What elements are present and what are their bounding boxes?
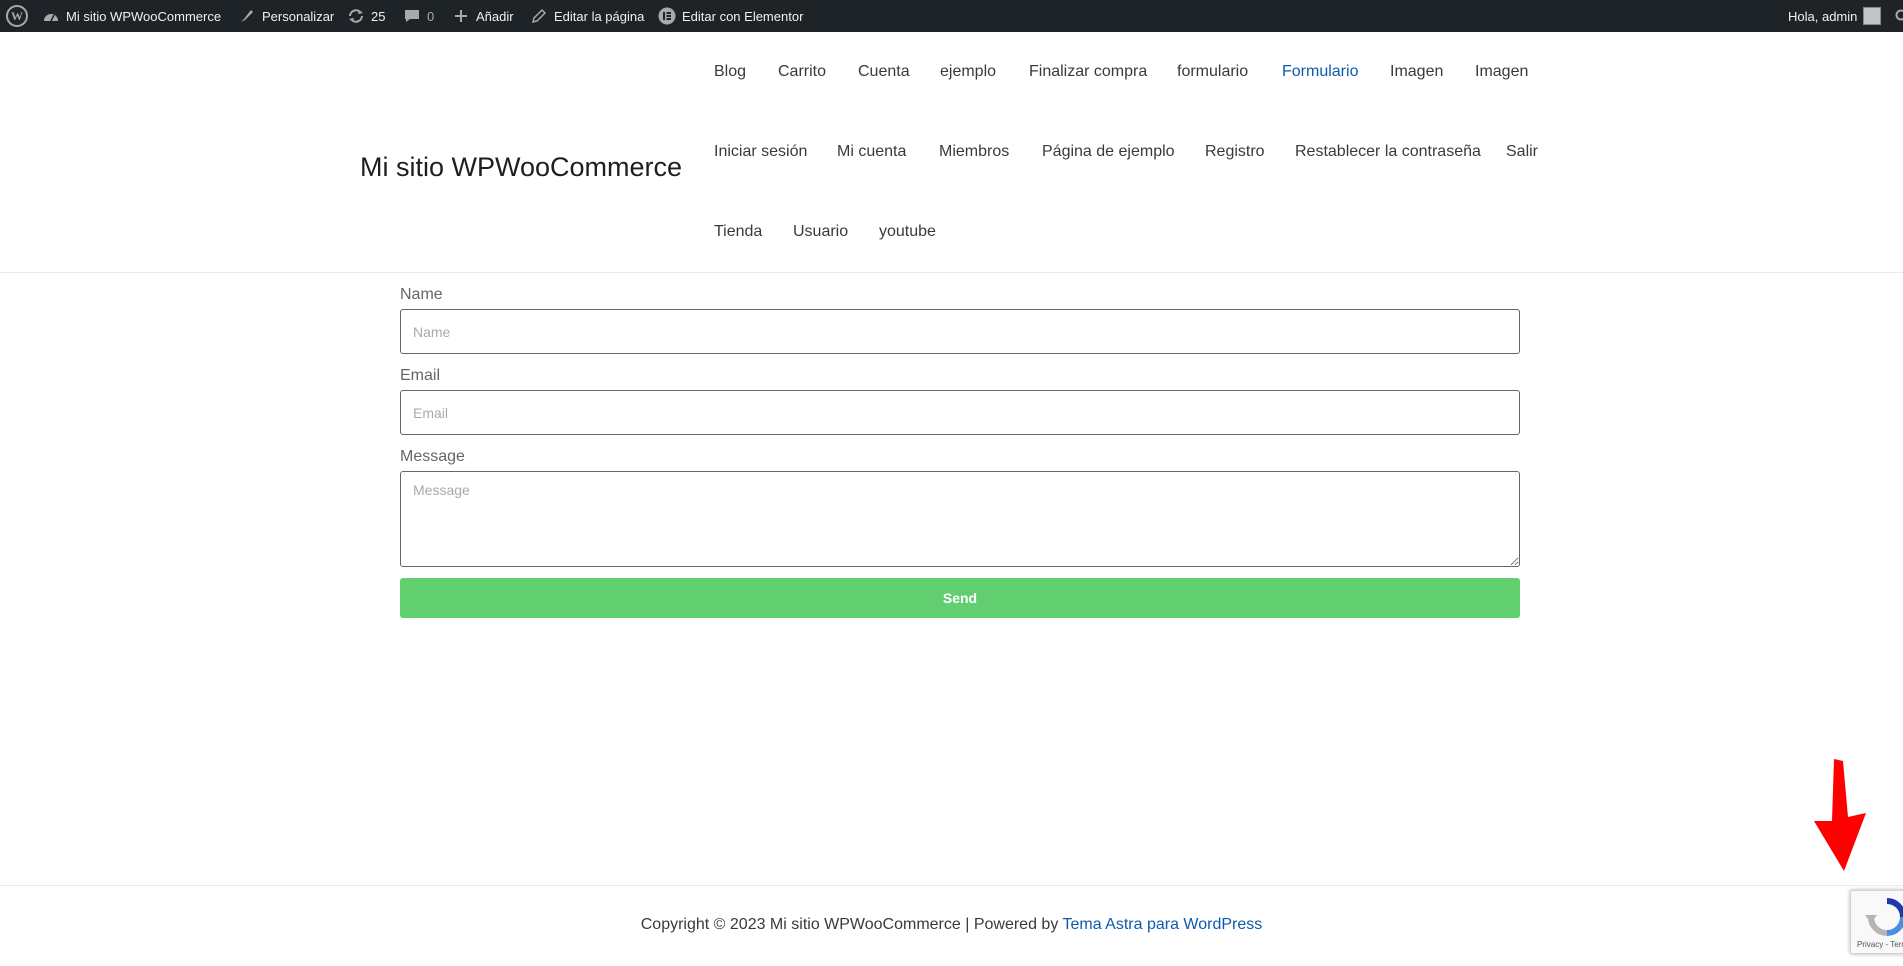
admin-bar-customize[interactable]: Personalizar — [238, 0, 334, 32]
admin-bar-edit-page-label: Editar la página — [554, 9, 644, 24]
site-title[interactable]: Mi sitio WPWooCommerce — [360, 152, 682, 183]
admin-bar-edit-elementor[interactable]: Editar con Elementor — [658, 0, 803, 32]
email-input[interactable] — [400, 390, 1520, 435]
updates-icon — [347, 7, 365, 25]
nav-item-finalizar-compra[interactable]: Finalizar compra — [1029, 63, 1147, 81]
dashboard-icon — [42, 7, 60, 25]
red-arrow-icon — [1810, 755, 1870, 873]
wordpress-logo-icon[interactable]: W — [6, 0, 28, 32]
message-label: Message — [400, 448, 465, 466]
admin-bar-add-new-label: Añadir — [476, 9, 514, 24]
nav-item-miembros[interactable]: Miembros — [939, 143, 1009, 161]
admin-bar-edit-page[interactable]: Editar la página — [530, 0, 644, 32]
admin-bar: W Mi sitio WPWooCommerce Personalizar 25… — [0, 0, 1903, 32]
avatar — [1863, 7, 1881, 25]
site-header: Mi sitio WPWooCommerce Blog Carrito Cuen… — [0, 32, 1903, 273]
nav-item-formulario[interactable]: Formulario — [1282, 63, 1358, 81]
admin-bar-site-name-label: Mi sitio WPWooCommerce — [66, 9, 221, 24]
admin-bar-customize-label: Personalizar — [262, 9, 334, 24]
nav-item-mi-cuenta[interactable]: Mi cuenta — [837, 143, 906, 161]
nav-item-ejemplo[interactable]: ejemplo — [940, 63, 996, 81]
nav-item-imagen-2[interactable]: Imagen — [1475, 63, 1528, 81]
message-textarea[interactable] — [400, 471, 1520, 567]
nav-item-tienda[interactable]: Tienda — [714, 223, 762, 241]
pencil-icon — [530, 7, 548, 25]
recaptcha-badge[interactable]: Privacy - Terms — [1850, 890, 1903, 954]
email-label: Email — [400, 367, 440, 385]
admin-bar-updates-count: 25 — [371, 9, 385, 24]
name-input[interactable] — [400, 309, 1520, 354]
admin-bar-comments-count: 0 — [427, 9, 434, 24]
nav-item-salir[interactable]: Salir — [1506, 143, 1538, 161]
nav-item-blog[interactable]: Blog — [714, 63, 746, 81]
site-footer: Copyright © 2023 Mi sitio WPWooCommerce … — [0, 885, 1903, 966]
footer-theme-link[interactable]: Tema Astra para WordPress — [1062, 916, 1262, 933]
admin-bar-comments[interactable]: 0 — [403, 0, 434, 32]
nav-item-pagina-de-ejemplo[interactable]: Página de ejemplo — [1042, 143, 1175, 161]
nav-item-carrito[interactable]: Carrito — [778, 63, 826, 81]
nav-item-registro[interactable]: Registro — [1205, 143, 1265, 161]
admin-bar-greeting: Hola, admin — [1788, 9, 1857, 24]
admin-bar-account[interactable]: Hola, admin — [1788, 0, 1881, 32]
nav-item-cuenta[interactable]: Cuenta — [858, 63, 910, 81]
send-button[interactable]: Send — [400, 578, 1520, 618]
admin-bar-edit-elementor-label: Editar con Elementor — [682, 9, 803, 24]
elementor-icon — [658, 7, 676, 25]
nav-item-youtube[interactable]: youtube — [879, 223, 936, 241]
recaptcha-icon — [1865, 897, 1903, 937]
paintbrush-icon — [238, 7, 256, 25]
admin-bar-site-name[interactable]: Mi sitio WPWooCommerce — [42, 0, 221, 32]
admin-bar-search-icon[interactable] — [1893, 0, 1903, 32]
nav-item-formulario-lower[interactable]: formulario — [1177, 63, 1248, 81]
nav-item-iniciar-sesion[interactable]: Iniciar sesión — [714, 143, 807, 161]
nav-item-imagen[interactable]: Imagen — [1390, 63, 1443, 81]
admin-bar-add-new[interactable]: Añadir — [452, 0, 514, 32]
name-label: Name — [400, 286, 443, 304]
footer-copyright-text: Copyright © 2023 Mi sitio WPWooCommerce … — [641, 916, 1063, 933]
admin-bar-updates[interactable]: 25 — [347, 0, 385, 32]
footer-copyright: Copyright © 2023 Mi sitio WPWooCommerce … — [0, 916, 1903, 934]
nav-item-restablecer-contrasena[interactable]: Restablecer la contraseña — [1295, 143, 1481, 161]
comment-icon — [403, 7, 421, 25]
plus-icon — [452, 7, 470, 25]
nav-item-usuario[interactable]: Usuario — [793, 223, 848, 241]
recaptcha-text: Privacy - Terms — [1857, 940, 1903, 949]
